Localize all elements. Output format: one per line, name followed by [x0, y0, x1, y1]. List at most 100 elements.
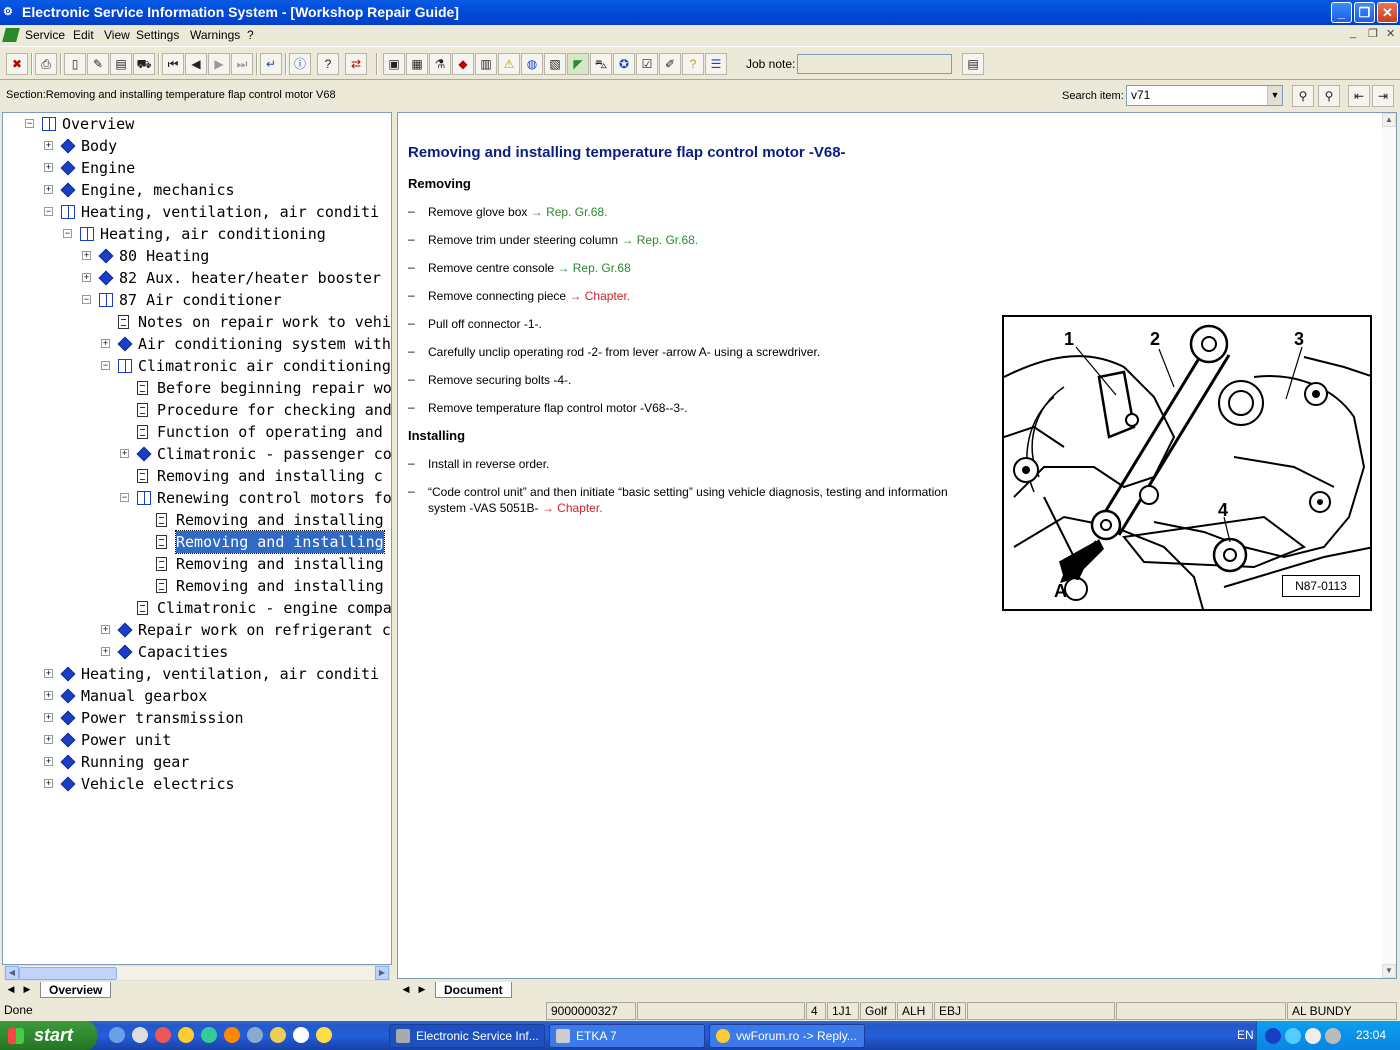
menu-edit[interactable]: Edit — [73, 28, 94, 42]
tree-node[interactable]: + Power transmission — [3, 707, 391, 729]
help-icon[interactable]: ? — [317, 53, 339, 75]
task-esi[interactable]: Electronic Service Inf... — [389, 1024, 545, 1048]
language-indicator[interactable]: EN — [1237, 1028, 1254, 1042]
collapse-icon[interactable]: − — [44, 207, 53, 216]
collapse-icon[interactable]: − — [63, 229, 72, 238]
tree-node[interactable]: + Heating, ventilation, air conditi — [3, 663, 391, 685]
collapse-icon[interactable]: − — [25, 119, 34, 128]
tree-node[interactable]: + Body — [3, 135, 391, 157]
scroll-thumb[interactable] — [19, 967, 117, 980]
switch-icon[interactable]: ⇄ — [345, 53, 367, 75]
tree-node[interactable]: − 87 Air conditioner — [3, 289, 391, 311]
chrome-icon[interactable] — [178, 1027, 194, 1043]
clock[interactable]: 23:04 — [1356, 1028, 1386, 1042]
job-note-input[interactable] — [797, 54, 952, 74]
tree-node[interactable]: + Engine — [3, 157, 391, 179]
previous-page-icon[interactable]: ◀ — [185, 53, 207, 75]
step-link[interactable]: → Rep. Gr.68. — [621, 233, 698, 247]
expand-icon[interactable]: + — [82, 273, 91, 282]
tray-volume-icon[interactable] — [1325, 1028, 1341, 1044]
tree-node[interactable]: + Repair work on refrigerant c — [3, 619, 391, 641]
menu-settings[interactable]: Settings — [136, 28, 179, 42]
menu-help[interactable]: ? — [247, 28, 254, 42]
collapse-icon[interactable]: − — [120, 493, 129, 502]
last-page-icon[interactable]: ⏭ — [231, 53, 253, 75]
checklist-icon[interactable]: ☑ — [636, 53, 658, 75]
expand-icon[interactable]: + — [44, 163, 53, 172]
tab-prev-icon[interactable]: ◀ — [4, 982, 18, 997]
tool-15-icon[interactable]: ☰ — [705, 53, 727, 75]
task-browser[interactable]: vwForum.ro -> Reply... — [709, 1024, 865, 1048]
tool-13-icon[interactable]: ✐ — [659, 53, 681, 75]
tool-5-icon[interactable]: ▥ — [475, 53, 497, 75]
menu-warnings[interactable]: Warnings — [190, 28, 240, 42]
doc-tab-prev-icon[interactable]: ◀ — [399, 982, 413, 997]
quicklaunch-3-icon[interactable] — [155, 1027, 171, 1043]
expand-left-icon[interactable]: ⇤ — [1348, 85, 1370, 107]
search-forward-icon[interactable]: ⚲ — [1292, 85, 1314, 107]
expand-right-icon[interactable]: ⇥ — [1372, 85, 1394, 107]
menu-view[interactable]: View — [104, 28, 130, 42]
tree-node[interactable]: − Heating, air conditioning — [3, 223, 391, 245]
step-link[interactable]: → Chapter. — [542, 501, 603, 515]
tree-node[interactable]: +80 Heating — [3, 245, 391, 267]
minimize-button[interactable]: _ — [1331, 2, 1352, 23]
expand-icon[interactable]: + — [101, 647, 110, 656]
car-icon[interactable]: ⛍ — [590, 53, 612, 75]
document-menu-icon[interactable] — [2, 28, 20, 42]
step-link[interactable]: → Rep. Gr.68 — [557, 261, 630, 275]
tool-4-icon[interactable]: ◆ — [452, 53, 474, 75]
tree-node[interactable]: − Climatronic air conditioning — [3, 355, 391, 377]
quicklaunch-7-icon[interactable] — [247, 1027, 263, 1043]
search-back-icon[interactable]: ⚲ — [1318, 85, 1340, 107]
tree-node[interactable]: + Capacities — [3, 641, 391, 663]
document-vertical-scrollbar[interactable]: ▲ ▼ — [1382, 113, 1396, 978]
tree-horizontal-scrollbar[interactable]: ◀ ▶ — [4, 965, 390, 981]
collapse-icon[interactable]: − — [101, 361, 110, 370]
tree-node[interactable]: Climatronic - engine compa — [3, 597, 391, 619]
tree-node[interactable]: − Heating, ventilation, air conditi — [3, 201, 391, 223]
tree-node[interactable]: + Air conditioning system with — [3, 333, 391, 355]
tree-node[interactable]: Procedure for checking and — [3, 399, 391, 421]
tree-node[interactable]: Removing and installing — [3, 575, 391, 597]
mdi-restore-icon[interactable]: ❐ — [1368, 27, 1378, 40]
tab-next-icon[interactable]: ▶ — [20, 982, 34, 997]
scroll-down-icon[interactable]: ▼ — [1382, 964, 1396, 978]
search-dropdown-icon[interactable]: ▼ — [1267, 86, 1282, 105]
tree-node[interactable]: + Power unit — [3, 729, 391, 751]
expand-icon[interactable]: + — [44, 757, 53, 766]
doc-tab-next-icon[interactable]: ▶ — [415, 982, 429, 997]
tree-node[interactable]: Removing and installing c — [3, 465, 391, 487]
tree-node[interactable]: Before beginning repair wo — [3, 377, 391, 399]
step-link[interactable]: → Chapter. — [569, 289, 630, 303]
expand-icon[interactable]: + — [44, 691, 53, 700]
expand-icon[interactable]: + — [101, 339, 110, 348]
tree-node[interactable]: +82 Aux. heater/heater booster — [3, 267, 391, 289]
mdi-close-icon[interactable]: ✕ — [1386, 27, 1395, 40]
tree-node[interactable]: Function of operating and — [3, 421, 391, 443]
vehicle-icon[interactable]: ⛟ — [133, 53, 155, 75]
quicklaunch-5-icon[interactable] — [201, 1027, 217, 1043]
expand-icon[interactable]: + — [82, 251, 91, 260]
print-icon[interactable]: ⎙ — [35, 53, 57, 75]
expand-icon[interactable]: + — [44, 735, 53, 744]
expand-icon[interactable]: + — [44, 669, 53, 678]
expand-icon[interactable]: + — [44, 185, 53, 194]
scroll-left-icon[interactable]: ◀ — [5, 966, 19, 980]
next-page-icon[interactable]: ▶ — [208, 53, 230, 75]
step-link[interactable]: → Rep. Gr.68. — [531, 205, 608, 219]
expand-icon[interactable]: + — [44, 141, 53, 150]
quicklaunch-8-icon[interactable] — [270, 1027, 286, 1043]
question-icon[interactable]: ? — [682, 53, 704, 75]
job-note-button-icon[interactable]: ▤ — [962, 53, 984, 75]
document-mode-icon[interactable]: ◤ — [567, 53, 589, 75]
menu-service[interactable]: Service — [25, 28, 65, 42]
mdi-minimize-icon[interactable]: _ — [1350, 27, 1356, 39]
edit-document-icon[interactable]: ✎ — [87, 53, 109, 75]
warning-icon[interactable]: ⚠ — [498, 53, 520, 75]
scroll-up-icon[interactable]: ▲ — [1382, 113, 1396, 127]
tree-node[interactable]: Notes on repair work to vehi — [3, 311, 391, 333]
first-page-icon[interactable]: ⏮ — [162, 53, 184, 75]
tree-node[interactable]: Removing and installing — [3, 530, 391, 554]
tree-node[interactable]: − Renewing control motors fo — [3, 487, 391, 509]
